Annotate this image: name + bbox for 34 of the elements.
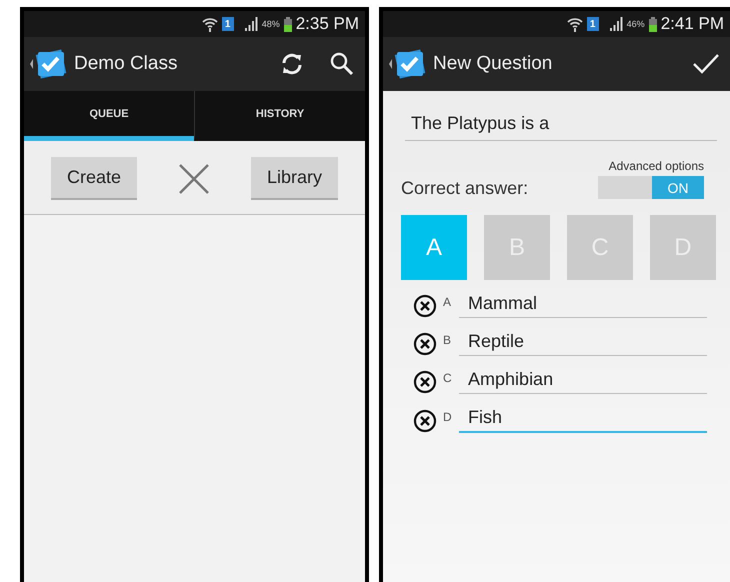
signal-icon <box>244 17 258 31</box>
screen-title: New Question <box>433 53 554 75</box>
search-icon[interactable] <box>329 51 356 77</box>
correct-answer-label: Correct answer: <box>401 178 528 199</box>
answer-letter: B <box>443 333 452 347</box>
remove-icon[interactable] <box>413 294 438 318</box>
close-icon[interactable] <box>178 162 210 194</box>
remove-icon[interactable] <box>413 332 438 356</box>
battery-percent: 48% <box>262 19 280 29</box>
answer-letter: A <box>443 295 452 309</box>
battery-icon <box>648 16 657 32</box>
sim-badge: 1 <box>222 17 234 31</box>
question-field[interactable]: The Platypus is a <box>405 105 718 141</box>
clock: 2:35 PM <box>296 14 360 34</box>
advanced-options-label: Advanced options <box>608 159 704 173</box>
answer-field[interactable]: Fish <box>459 407 708 433</box>
remove-icon[interactable] <box>413 370 438 394</box>
screen-title: Demo Class <box>74 53 178 75</box>
clock: 2:41 PM <box>660 14 724 34</box>
answer-field[interactable]: Reptile <box>459 331 708 356</box>
sim-badge: 1 <box>586 17 599 31</box>
wifi-icon <box>566 16 583 32</box>
remove-icon[interactable] <box>413 409 438 433</box>
answer-field[interactable]: Amphibian <box>459 369 708 394</box>
wifi-icon <box>202 16 218 32</box>
signal-icon <box>608 17 623 31</box>
answer-letter: D <box>443 410 453 424</box>
answer-field[interactable]: Mammal <box>459 293 708 318</box>
create-button[interactable]: Create <box>51 157 138 200</box>
answer-letter: C <box>443 371 453 385</box>
battery-icon <box>284 16 292 32</box>
battery-percent: 46% <box>626 19 645 29</box>
checkmark-icon[interactable] <box>692 52 720 76</box>
library-button[interactable]: Library <box>251 157 338 200</box>
